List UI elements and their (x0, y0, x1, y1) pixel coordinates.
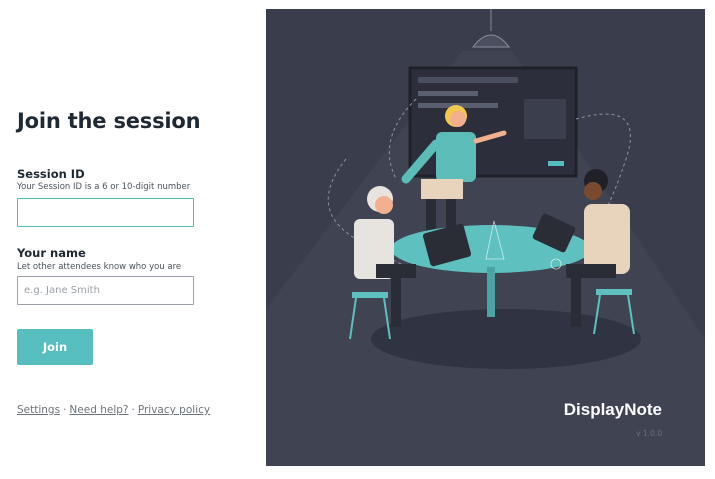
privacy-policy-link[interactable]: Privacy policy (138, 404, 210, 416)
name-input[interactable] (17, 276, 194, 305)
join-button[interactable]: Join (17, 329, 93, 365)
session-id-label: Session ID (17, 167, 85, 181)
session-id-hint: Your Session ID is a 6 or 10-digit numbe… (17, 182, 191, 192)
footer-separator: · (131, 404, 135, 416)
brand-logo: DisplayNote (563, 400, 662, 419)
name-hint: Let other attendees know who you are (17, 262, 182, 272)
settings-link[interactable]: Settings (17, 404, 60, 416)
footer-separator: · (63, 404, 67, 416)
page-title: Join the session (17, 109, 201, 133)
join-form-panel: Join the session Session ID Your Session… (0, 0, 266, 479)
name-label: Your name (17, 246, 86, 260)
version-label: v 1.0.0 (636, 429, 662, 438)
session-id-input[interactable] (17, 198, 194, 227)
meeting-illustration (266, 9, 705, 466)
help-link[interactable]: Need help? (69, 404, 128, 416)
footer-links: Settings · Need help? · Privacy policy (17, 404, 210, 416)
illustration-panel: DisplayNote v 1.0.0 (266, 9, 705, 466)
